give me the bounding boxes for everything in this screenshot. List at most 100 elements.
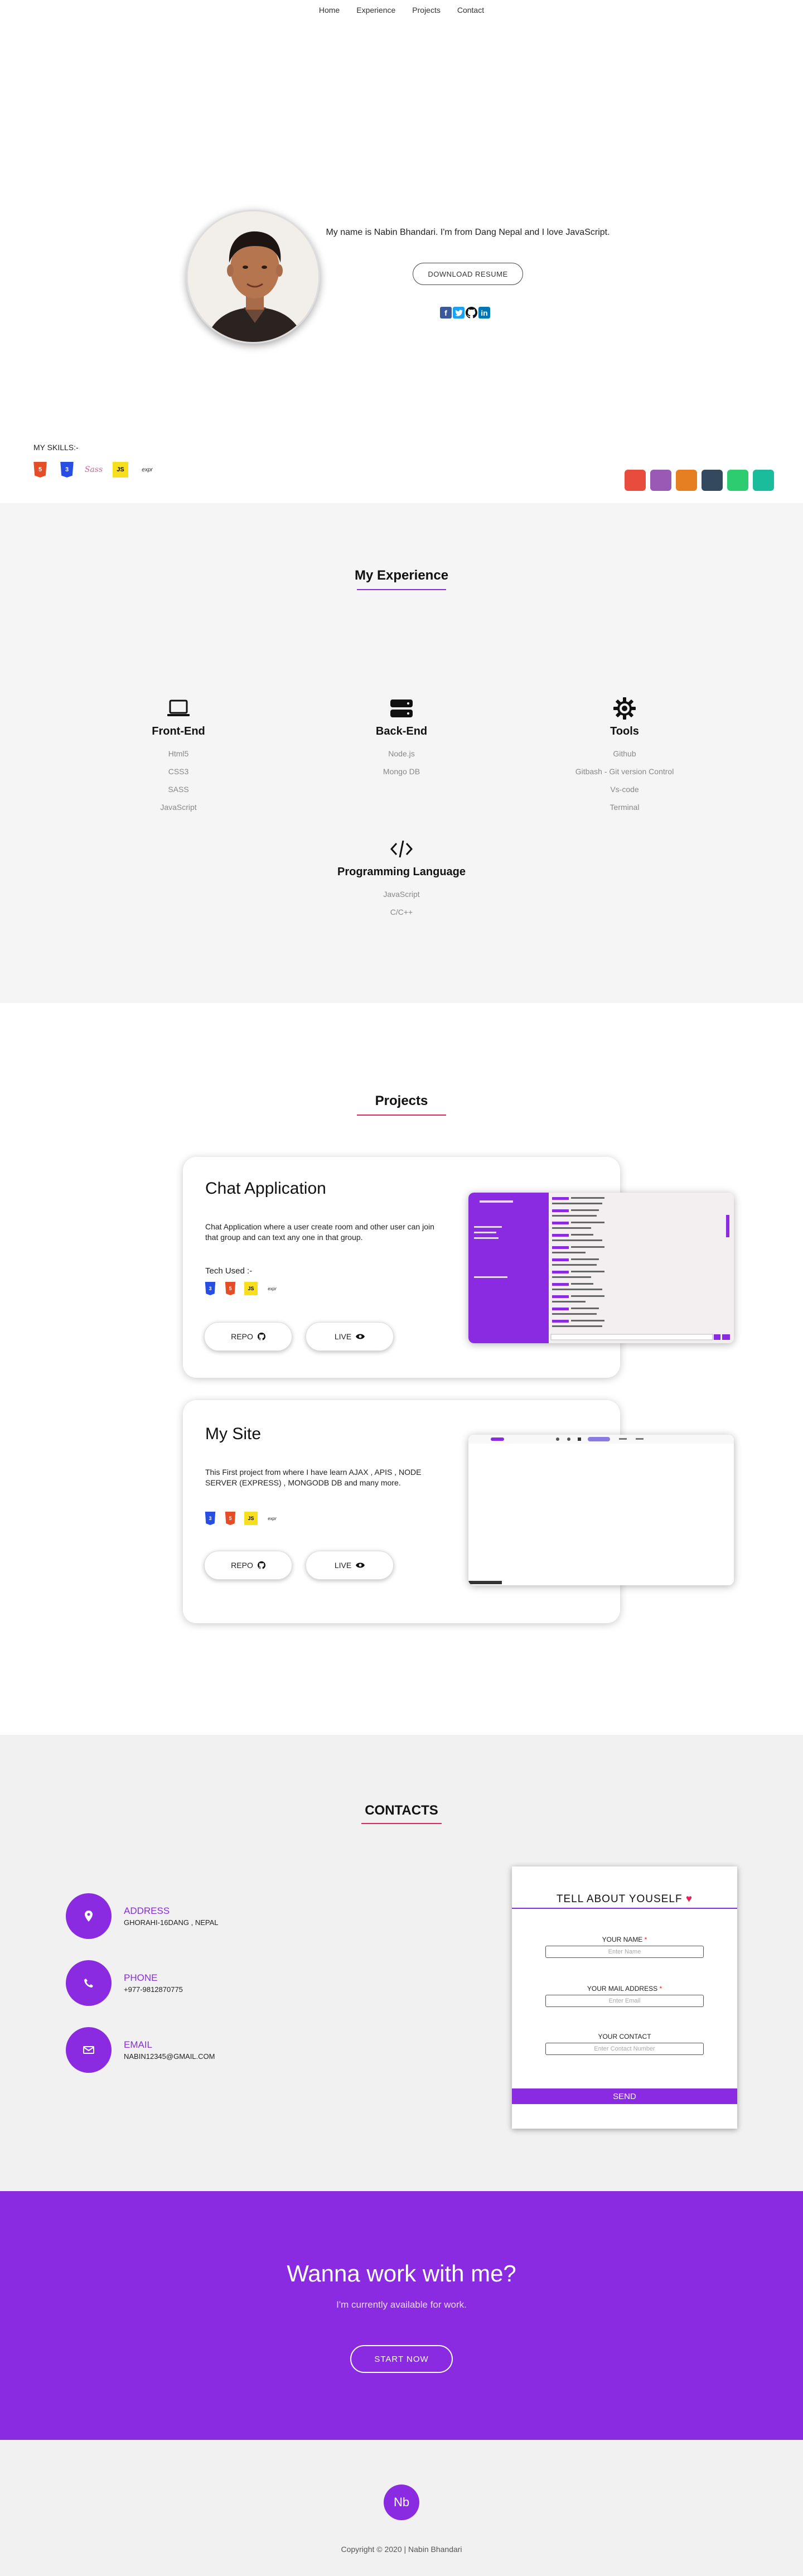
css3-icon: 3 bbox=[205, 1282, 216, 1295]
experience-tools: Tools Github Gitbash - Git version Contr… bbox=[541, 696, 708, 816]
experience-item: Vs-code bbox=[610, 785, 639, 794]
express-icon: expr bbox=[268, 1286, 277, 1291]
contact-label: PHONE bbox=[124, 1972, 158, 1983]
project-description: This First project from where I have lea… bbox=[205, 1468, 422, 1487]
swatch-orange[interactable] bbox=[676, 470, 697, 491]
intro-text: My name is Nabin Bhandari. I'm from Dang… bbox=[326, 228, 610, 237]
laptop-icon bbox=[95, 696, 262, 721]
name-label: YOUR NAME * bbox=[602, 1936, 647, 1943]
javascript-icon: JS bbox=[244, 1282, 258, 1295]
contact-email: EMAIL NABIN12345@GMAIL.COM bbox=[66, 2027, 215, 2073]
experience-title: My Experience bbox=[354, 568, 449, 583]
swatch-red[interactable] bbox=[625, 470, 646, 491]
contacts-title: CONTACTS bbox=[365, 1803, 438, 1818]
experience-item: Html5 bbox=[168, 749, 189, 758]
cta-subtext: I'm currently available for work. bbox=[336, 2299, 467, 2310]
start-now-button[interactable]: START NOW bbox=[350, 2345, 453, 2373]
hero-section: My name is Nabin Bhandari. I'm from Dang… bbox=[0, 20, 803, 503]
my-site-preview bbox=[468, 1435, 734, 1585]
experience-item: CSS3 bbox=[168, 767, 189, 776]
project-title: My Site bbox=[205, 1425, 262, 1443]
live-button[interactable]: LIVE bbox=[306, 1551, 394, 1580]
gear-icon bbox=[541, 696, 708, 721]
required-mark: * bbox=[644, 1936, 647, 1943]
live-label: LIVE bbox=[334, 1332, 352, 1341]
live-button[interactable]: LIVE bbox=[306, 1322, 394, 1351]
repo-button[interactable]: REPO bbox=[204, 1551, 292, 1580]
eye-icon bbox=[356, 1562, 365, 1568]
heart-icon: ♥ bbox=[685, 1893, 693, 1905]
experience-item: Mongo DB bbox=[383, 767, 420, 776]
nav-experience-link[interactable]: Experience bbox=[356, 6, 395, 15]
avatar bbox=[186, 210, 320, 344]
experience-programming: Programming Language JavaScript C/C++ bbox=[318, 837, 485, 921]
contact-number-input[interactable]: Enter Contact Number bbox=[545, 2043, 704, 2055]
skills-icons: 5 3 Sass JS expr bbox=[32, 462, 155, 477]
experience-section: My Experience Front-End Html5 CSS3 SASS … bbox=[0, 503, 803, 1003]
experience-item: C/C++ bbox=[390, 908, 413, 916]
envelope-icon bbox=[66, 2027, 112, 2073]
project-title: Chat Application bbox=[205, 1179, 326, 1198]
projects-title: Projects bbox=[375, 1093, 428, 1108]
live-label: LIVE bbox=[334, 1561, 352, 1570]
required-mark: * bbox=[659, 1985, 662, 1993]
sass-icon: Sass bbox=[84, 465, 103, 474]
contact-value[interactable]: NABIN12345@GMAIL.COM bbox=[124, 2052, 215, 2061]
swatch-teal[interactable] bbox=[753, 470, 774, 491]
linkedin-icon[interactable]: in bbox=[478, 307, 490, 319]
swatch-purple[interactable] bbox=[650, 470, 671, 491]
form-heading-text: TELL ABOUT YOUSELF bbox=[556, 1893, 683, 1905]
email-label: YOUR MAIL ADDRESS * bbox=[587, 1985, 662, 1993]
tech-icons: 3 5 JS expr bbox=[204, 1282, 279, 1295]
project-description: Chat Application where a user create roo… bbox=[205, 1222, 434, 1242]
nav-contact-link[interactable]: Contact bbox=[457, 6, 484, 15]
experience-item: JavaScript bbox=[383, 890, 420, 899]
name-input[interactable]: Enter Name bbox=[545, 1946, 704, 1958]
send-button[interactable]: SEND bbox=[512, 2088, 737, 2104]
experience-item: JavaScript bbox=[160, 803, 197, 812]
title-underline bbox=[361, 1823, 442, 1824]
phone-icon bbox=[66, 1960, 112, 2006]
contact-form: TELL ABOUT YOUSELF ♥ YOUR NAME * Enter N… bbox=[512, 1866, 737, 2129]
experience-item: Terminal bbox=[609, 803, 640, 812]
swatch-navy[interactable] bbox=[702, 470, 723, 491]
nav-projects-link[interactable]: Projects bbox=[412, 6, 441, 15]
chat-app-screenshot[interactable] bbox=[468, 1193, 734, 1343]
skills-label: MY SKILLS:- bbox=[33, 443, 79, 452]
twitter-icon[interactable] bbox=[453, 307, 465, 319]
contact-label: ADDRESS bbox=[124, 1906, 170, 1916]
html5-icon: 5 bbox=[225, 1512, 236, 1525]
contacts-section: CONTACTS ADDRESS GHORAHI-16DANG , NEPAL … bbox=[0, 1735, 803, 2191]
title-underline bbox=[357, 1115, 446, 1116]
cta-heading: Wanna work with me? bbox=[287, 2260, 516, 2286]
experience-item: SASS bbox=[168, 785, 189, 794]
facebook-icon[interactable]: f bbox=[440, 307, 452, 319]
my-site-screenshot[interactable] bbox=[468, 1435, 734, 1585]
github-icon[interactable] bbox=[466, 307, 477, 319]
github-icon bbox=[257, 1333, 265, 1340]
email-input[interactable]: Enter Email bbox=[545, 1995, 704, 2007]
nav-home-link[interactable]: Home bbox=[319, 6, 340, 15]
express-icon: expr bbox=[142, 466, 153, 473]
location-pin-icon bbox=[66, 1893, 112, 1939]
form-heading: TELL ABOUT YOUSELF ♥ bbox=[512, 1893, 737, 1906]
footer-logo[interactable]: Nb bbox=[384, 2485, 419, 2520]
form-heading-divider bbox=[512, 1908, 737, 1909]
chat-app-preview bbox=[468, 1193, 734, 1343]
github-icon bbox=[257, 1561, 265, 1569]
eye-icon bbox=[356, 1334, 365, 1339]
contact-phone: PHONE +977-9812870775 bbox=[66, 1960, 183, 2006]
express-icon: expr bbox=[268, 1516, 277, 1521]
experience-front-end: Front-End Html5 CSS3 SASS JavaScript bbox=[95, 696, 262, 816]
tech-icons: 3 5 JS expr bbox=[204, 1512, 279, 1525]
download-resume-button[interactable]: DOWNLOAD RESUME bbox=[413, 263, 523, 285]
swatch-green[interactable] bbox=[727, 470, 748, 491]
repo-button[interactable]: REPO bbox=[204, 1322, 292, 1351]
social-links: f in bbox=[440, 307, 490, 319]
contact-address: ADDRESS GHORAHI-16DANG , NEPAL bbox=[66, 1893, 219, 1939]
experience-column-title: Programming Language bbox=[337, 866, 466, 878]
code-icon bbox=[318, 837, 485, 861]
contact-value[interactable]: +977-9812870775 bbox=[124, 1985, 183, 1994]
cta-section: Wanna work with me? I'm currently availa… bbox=[0, 2191, 803, 2440]
color-swatches bbox=[625, 470, 774, 491]
